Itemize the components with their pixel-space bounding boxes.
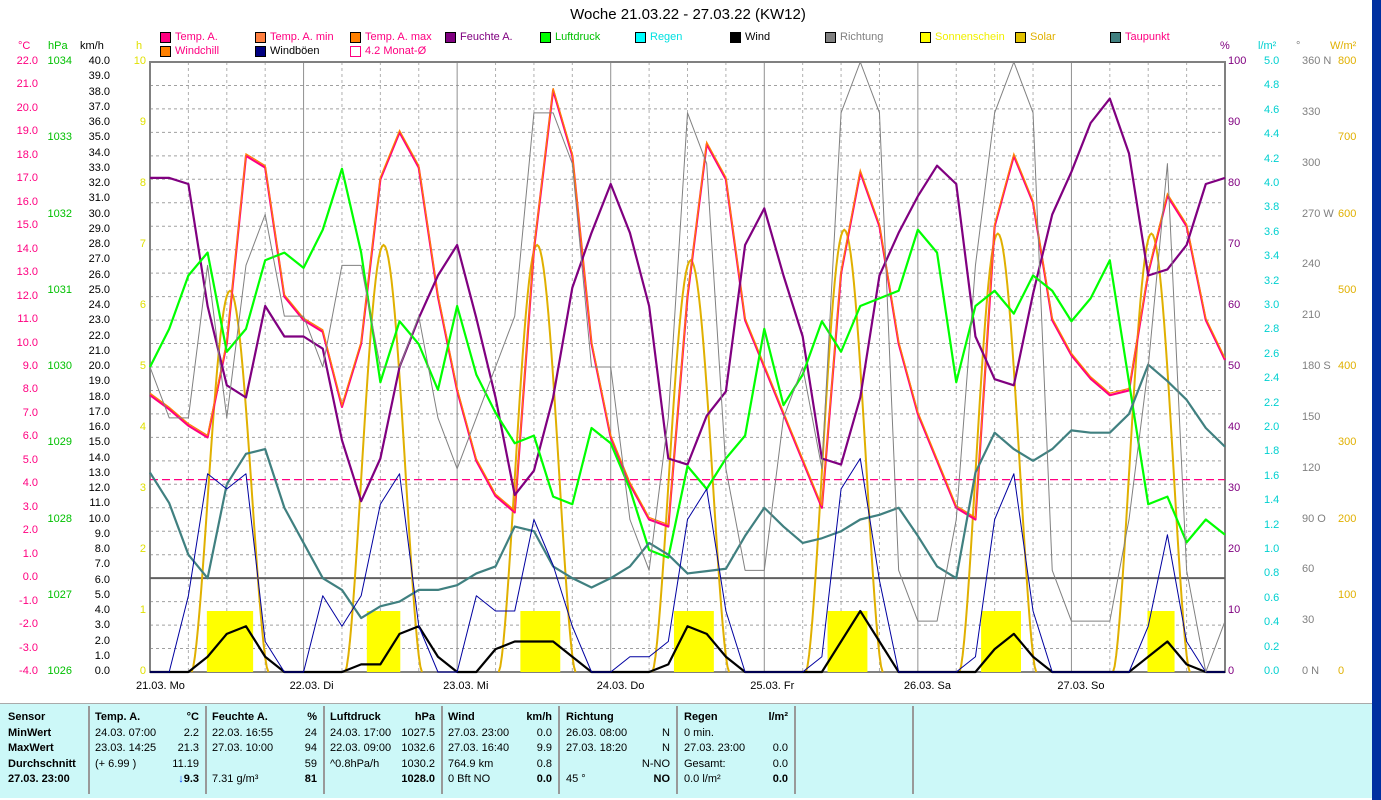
- divider: [323, 706, 325, 794]
- wind-current: 0.0: [536, 773, 552, 785]
- row-label-min: MinWert: [8, 726, 52, 739]
- direction-max: N: [662, 742, 670, 754]
- temp-unit: °C: [186, 711, 199, 723]
- rain-current: 0.0: [772, 773, 788, 785]
- pressure-avg: 1030.2: [401, 757, 435, 770]
- humidity-min-time: 22.03. 16:55: [212, 726, 274, 739]
- rain-max-time: 27.03. 23:00: [684, 742, 746, 754]
- row-label-max: MaxWert: [8, 742, 54, 754]
- divider: [205, 706, 207, 794]
- rain-current-amount: 0.0 l/m²: [684, 773, 721, 785]
- pressure-min: 1027.5: [401, 726, 435, 739]
- wind-bft: 0 Bft NO: [448, 773, 491, 785]
- wind-column: Wind km/h 27.03. 23:00 0.0 27.03. 16:40 9.9…: [448, 710, 552, 788]
- direction-degrees: 45 °: [566, 773, 586, 785]
- temp-avg-note: (+ 6.99 ): [95, 757, 137, 770]
- sensor-column: Sensor MinWert MaxWert Durchschnitt 27.0…: [8, 710, 86, 788]
- humidity-unit: %: [307, 711, 317, 723]
- humidity-avg: 59: [304, 757, 317, 770]
- rain-column: Regen l/m² 0 min. 27.03. 23:00 0.0 Gesamt:…: [684, 710, 788, 788]
- pressure-header: Luftdruck: [330, 711, 381, 723]
- solar-line: [1112, 232, 1191, 673]
- divider: [558, 706, 560, 794]
- direction-current: NO: [653, 773, 671, 785]
- weather-chart: [149, 61, 1226, 674]
- temp-min-time: 24.03. 07:00: [95, 726, 157, 739]
- rain-total-label: Gesamt:: [684, 757, 726, 770]
- humidity-max-time: 27.03. 10:00: [212, 742, 274, 754]
- direction-min: N: [662, 726, 670, 739]
- pressure-max-time: 22.03. 09:00: [330, 742, 392, 754]
- temp-max: 21.3: [177, 742, 199, 754]
- divider: [676, 706, 678, 794]
- wind-run: 764.9 km: [448, 757, 494, 770]
- rain-max: 0.0: [772, 742, 788, 754]
- wind-max: 9.9: [536, 742, 552, 754]
- divider: [441, 706, 443, 794]
- pressure-trend: ^0.8hPa/h: [330, 757, 380, 770]
- rain-header: Regen: [684, 711, 718, 723]
- direction-column: Richtung 26.03. 08:00 N 27.03. 18:20 N N-N…: [566, 710, 670, 788]
- solar-line: [651, 258, 731, 673]
- wind-header: Wind: [448, 711, 475, 723]
- row-label-avg: Durchschnitt: [8, 757, 76, 770]
- temp-max-time: 23.03. 14:25: [95, 742, 157, 754]
- wind-unit: km/h: [526, 711, 552, 723]
- temp-min: 2.2: [183, 726, 199, 739]
- row-label-current: 27.03. 23:00: [8, 773, 70, 785]
- divider: [88, 706, 90, 794]
- wind-min: 0.0: [536, 726, 552, 739]
- desktop-background: [1372, 0, 1381, 800]
- rain-total: 0.0: [772, 757, 788, 770]
- humidity-absolute: 7.31 g/m³: [212, 773, 259, 785]
- wind-min-time: 27.03. 23:00: [448, 726, 510, 739]
- direction-header: Richtung: [566, 711, 614, 723]
- pressure-current: 1028.0: [401, 773, 435, 785]
- wind-max-time: 27.03. 16:40: [448, 742, 510, 754]
- humidity-min: 24: [304, 726, 317, 739]
- humidity-column: Feuchte A.% 22.03. 16:55 24 27.03. 10:00 9…: [212, 710, 317, 788]
- divider: [912, 706, 914, 794]
- temp-avg: 11.19: [172, 757, 199, 770]
- rain-duration: 0 min.: [684, 726, 714, 739]
- humidity-header: Feuchte A.: [212, 711, 268, 723]
- pressure-max: 1032.6: [401, 742, 435, 754]
- stats-table: Sensor MinWert MaxWert Durchschnitt 27.0…: [0, 703, 1372, 798]
- humidity-current: 81: [304, 773, 317, 785]
- direction-max-time: 27.03. 18:20: [566, 742, 628, 754]
- solar-line: [344, 243, 423, 673]
- temp-current: 9.3: [183, 773, 199, 785]
- pressure-min-time: 24.03. 17:00: [330, 726, 392, 739]
- divider: [794, 706, 796, 794]
- pressure-column: Luftdruck hPa 24.03. 17:00 1027.5 22.03. 0…: [330, 710, 435, 788]
- wind-avg: 0.8: [536, 757, 552, 770]
- temp-header: Temp. A.: [95, 711, 141, 723]
- sensor-header: Sensor: [8, 711, 46, 723]
- humidity-max: 94: [304, 742, 317, 754]
- pressure-unit: hPa: [414, 711, 435, 723]
- rain-unit: l/m²: [768, 711, 788, 723]
- direction-avg: N-NO: [641, 757, 670, 770]
- temp-column: Temp. A. °C 24.03. 07:00 2.2 23.03. 14:25 2…: [95, 710, 199, 788]
- direction-min-time: 26.03. 08:00: [566, 726, 628, 739]
